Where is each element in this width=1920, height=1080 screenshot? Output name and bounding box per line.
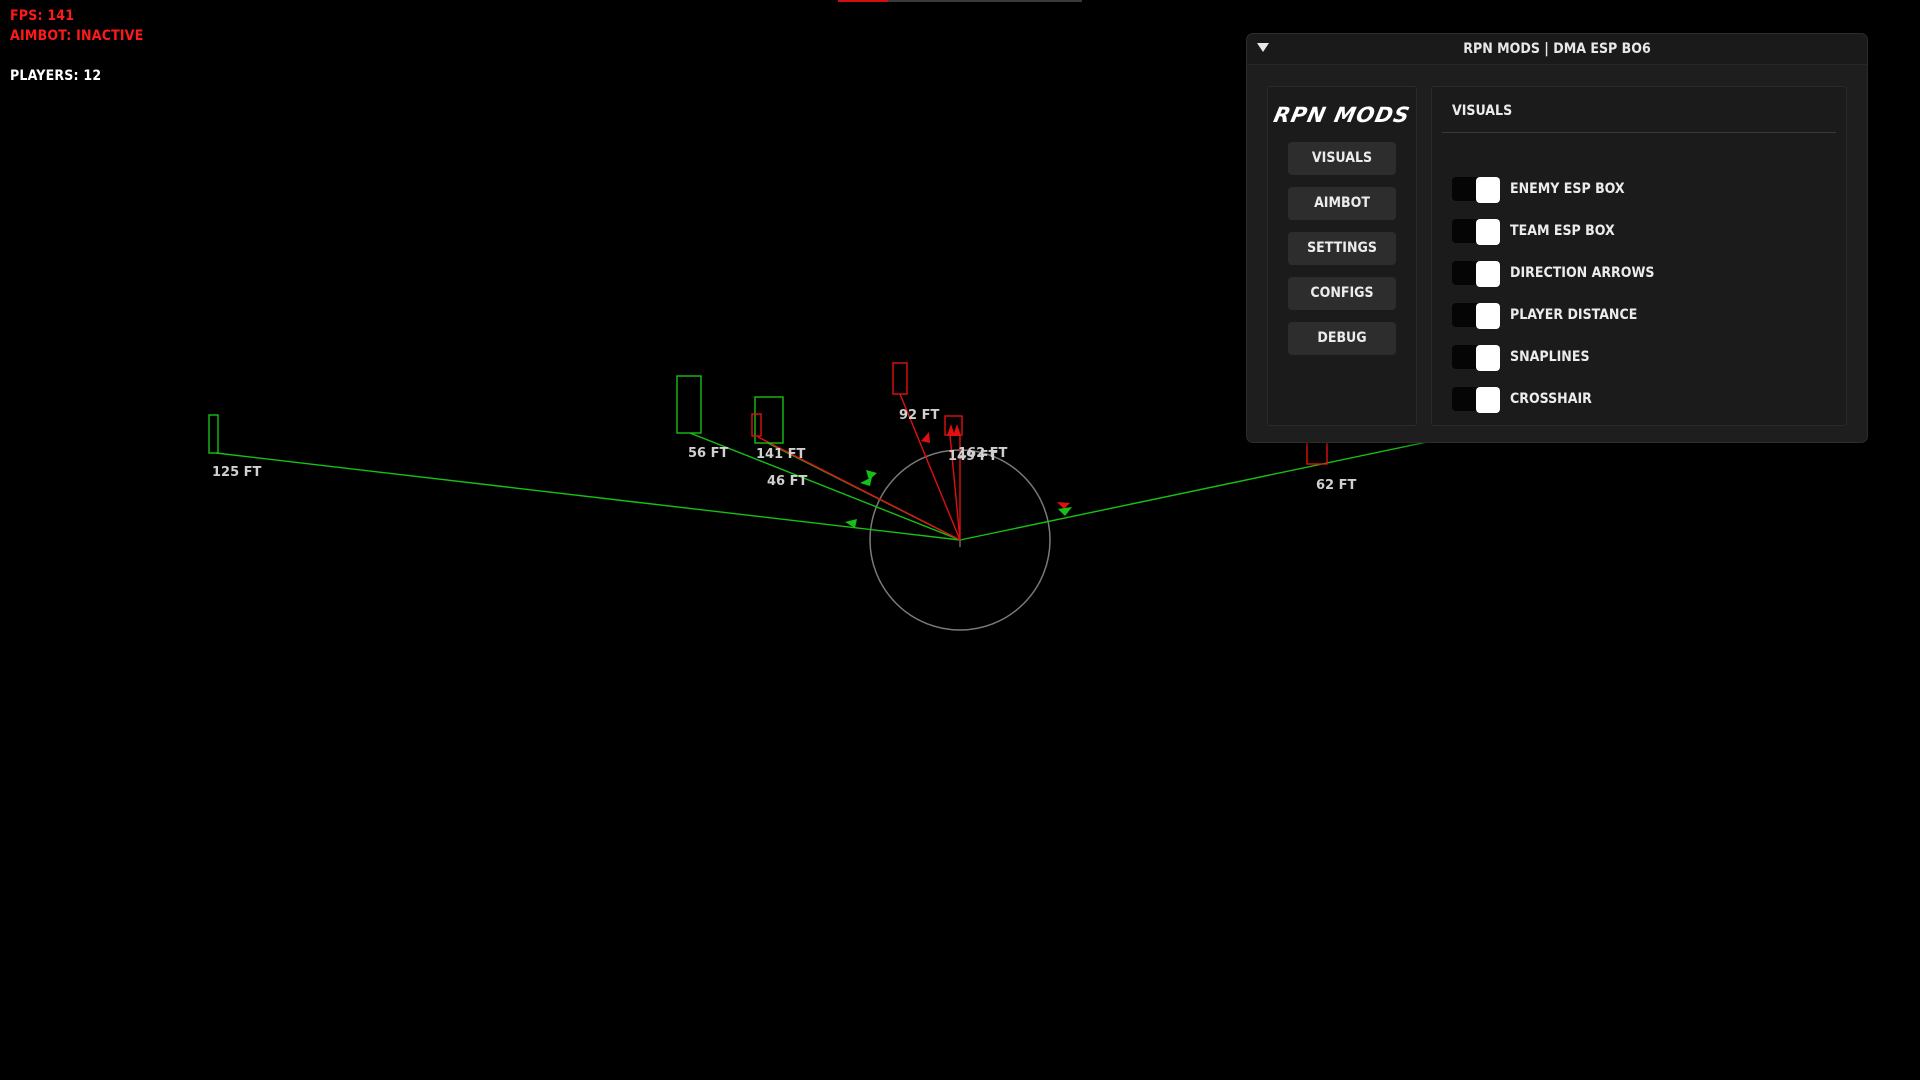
enemy-esp-box-toggle[interactable]: ENEMY ESP BOX: [1452, 175, 1832, 205]
toggle-switch[interactable]: [1452, 303, 1500, 329]
toggle-knob[interactable]: [1476, 261, 1500, 287]
team-direction-arrow-icon: [1058, 507, 1072, 516]
nav-aimbot-button[interactable]: AIMBOT: [1288, 187, 1396, 220]
toggle-knob[interactable]: [1476, 303, 1500, 329]
enemy-esp-box: [751, 413, 762, 437]
brand-logo: RPN MODS: [1271, 103, 1413, 127]
toggle-switch[interactable]: [1452, 261, 1500, 287]
toggle-label: PLAYER DISTANCE: [1510, 307, 1638, 323]
toggle-label: CROSSHAIR: [1510, 391, 1592, 407]
player-distance-toggle[interactable]: PLAYER DISTANCE: [1452, 301, 1832, 331]
distance-label: 141 FT: [756, 447, 806, 462]
toggle-knob[interactable]: [1476, 219, 1500, 245]
toggle-knob[interactable]: [1476, 387, 1500, 413]
toggle-switch[interactable]: [1452, 345, 1500, 371]
menu-sidebar: RPN MODS VISUALS AIMBOT SETTINGS CONFIGS…: [1267, 86, 1417, 426]
toggle-knob[interactable]: [1476, 345, 1500, 371]
menu-title: RPN MODS | DMA ESP BO6: [1463, 41, 1651, 57]
visuals-panel: VISUALS ENEMY ESP BOX TEAM ESP BOX DIREC…: [1431, 86, 1847, 426]
toggle-label: TEAM ESP BOX: [1510, 223, 1615, 239]
direction-arrows-toggle[interactable]: DIRECTION ARROWS: [1452, 259, 1832, 289]
toggle-label: SNAPLINES: [1510, 349, 1590, 365]
toggle-label: ENEMY ESP BOX: [1510, 181, 1625, 197]
enemy-esp-box: [1306, 439, 1328, 465]
game-overlay: FPS: 141 AIMBOT: INACTIVE PLAYERS: 12 12…: [0, 0, 1920, 1080]
toggle-switch[interactable]: [1452, 177, 1500, 203]
enemy-direction-arrow-icon: [953, 424, 961, 436]
enemy-direction-arrow-icon: [921, 432, 930, 443]
enemy-esp-box: [892, 362, 908, 395]
distance-label: 46 FT: [767, 474, 807, 489]
distance-label: 62 FT: [1316, 478, 1356, 493]
section-title: VISUALS: [1452, 103, 1513, 119]
team-esp-box: [676, 375, 702, 434]
distance-label: 162 FT: [958, 446, 1008, 461]
toggle-switch[interactable]: [1452, 387, 1500, 413]
toggle-knob[interactable]: [1476, 177, 1500, 203]
team-esp-box-toggle[interactable]: TEAM ESP BOX: [1452, 217, 1832, 247]
nav-settings-button[interactable]: SETTINGS: [1288, 232, 1396, 265]
toggle-switch[interactable]: [1452, 219, 1500, 245]
distance-label: 92 FT: [899, 408, 939, 423]
nav-configs-button[interactable]: CONFIGS: [1288, 277, 1396, 310]
section-divider: [1442, 132, 1836, 133]
distance-label: 56 FT: [688, 446, 728, 461]
nav-debug-button[interactable]: DEBUG: [1288, 322, 1396, 355]
distance-label: 125 FT: [212, 465, 262, 480]
team-snapline: [959, 441, 1428, 541]
team-esp-box: [208, 414, 219, 454]
crosshair-toggle[interactable]: CROSSHAIR: [1452, 385, 1832, 415]
toggle-label: DIRECTION ARROWS: [1510, 265, 1655, 281]
snaplines-toggle[interactable]: SNAPLINES: [1452, 343, 1832, 373]
nav-visuals-button[interactable]: VISUALS: [1288, 142, 1396, 175]
menu-titlebar[interactable]: RPN MODS | DMA ESP BO6: [1247, 34, 1867, 65]
cheat-menu-window: RPN MODS | DMA ESP BO6 RPN MODS VISUALS …: [1246, 33, 1868, 443]
